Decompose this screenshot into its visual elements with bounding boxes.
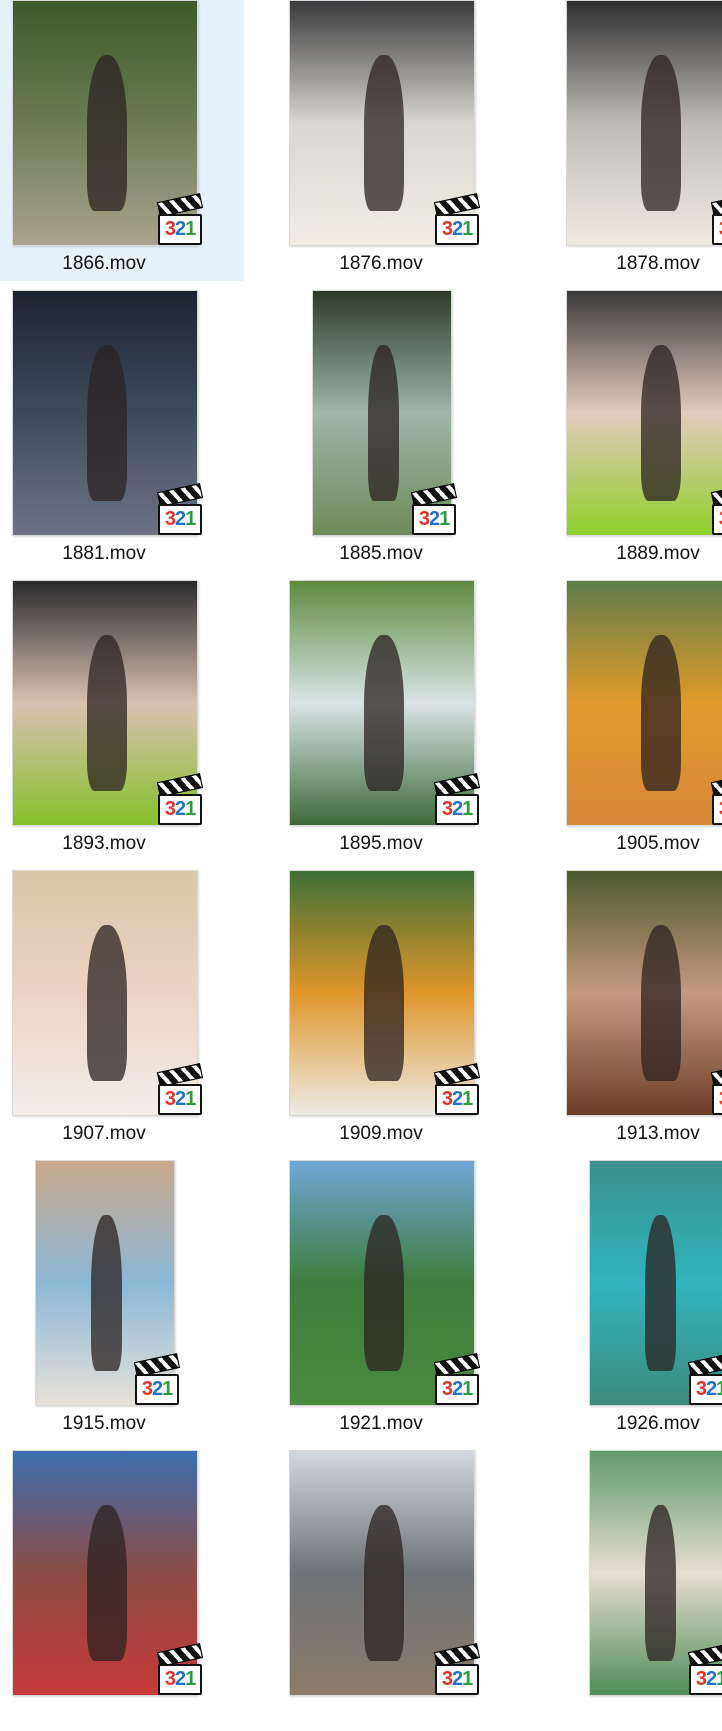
file-name[interactable]: 1893.mov xyxy=(12,833,196,855)
media-player-icon: 321 xyxy=(156,193,204,246)
file-item[interactable]: 321 1921.mov xyxy=(277,1160,521,1441)
video-thumbnail[interactable] xyxy=(566,0,722,246)
thumbnail-subject xyxy=(640,54,682,211)
media-player-icon: 321 xyxy=(156,1063,204,1116)
media-player-icon: 321 xyxy=(433,1353,481,1406)
file-item[interactable]: 321 1895.mov xyxy=(277,580,521,861)
thumbnail-subject xyxy=(363,924,405,1081)
video-thumbnail[interactable] xyxy=(566,870,722,1116)
file-name[interactable]: 1909.mov xyxy=(289,1123,473,1145)
file-item[interactable]: 321 1905.mov xyxy=(554,580,722,861)
media-player-icon: 321 xyxy=(156,1643,204,1696)
thumbnail-subject xyxy=(86,634,128,791)
media-player-icon: 321 xyxy=(410,483,458,536)
thumbnail-subject xyxy=(363,634,405,791)
file-name[interactable]: 1913.mov xyxy=(566,1123,722,1145)
file-item[interactable]: 321 1885.mov xyxy=(277,290,521,571)
thumbnail-subject xyxy=(640,634,682,791)
media-player-icon: 321 xyxy=(433,1063,481,1116)
file-item[interactable]: 321 xyxy=(277,1450,521,1731)
media-player-icon: 321 xyxy=(133,1353,181,1406)
file-item[interactable]: 321 1893.mov xyxy=(0,580,244,861)
file-item[interactable]: 321 1907.mov xyxy=(0,870,244,1151)
file-name[interactable]: 1907.mov xyxy=(12,1123,196,1145)
media-player-icon: 321 xyxy=(710,193,722,246)
file-item[interactable]: 321 xyxy=(0,1450,244,1731)
thumbnail-subject xyxy=(645,1214,676,1371)
media-player-icon: 321 xyxy=(687,1643,722,1696)
media-player-icon: 321 xyxy=(156,483,204,536)
file-name[interactable]: 1905.mov xyxy=(566,833,722,855)
file-item[interactable]: 321 1878.mov xyxy=(554,0,722,281)
media-player-icon: 321 xyxy=(433,773,481,826)
file-item[interactable]: 321 1876.mov xyxy=(277,0,521,281)
thumbnail-subject xyxy=(363,54,405,211)
file-item[interactable]: 321 1909.mov xyxy=(277,870,521,1151)
file-name[interactable]: 1915.mov xyxy=(35,1413,173,1435)
file-name[interactable]: 1878.mov xyxy=(566,253,722,275)
file-item[interactable]: 321 1913.mov xyxy=(554,870,722,1151)
file-name[interactable]: 1866.mov xyxy=(12,253,196,275)
thumbnail-subject xyxy=(86,1504,128,1661)
media-player-icon: 321 xyxy=(433,193,481,246)
video-thumbnail[interactable] xyxy=(566,580,722,826)
file-name[interactable]: 1895.mov xyxy=(289,833,473,855)
media-player-icon: 321 xyxy=(687,1353,722,1406)
thumbnail-subject xyxy=(640,924,682,1081)
thumbnail-subject xyxy=(640,344,682,501)
thumbnail-subject xyxy=(86,924,128,1081)
thumbnail-subject xyxy=(368,344,399,501)
file-item[interactable]: 321 1915.mov xyxy=(0,1160,244,1441)
file-name[interactable]: 1926.mov xyxy=(589,1413,722,1435)
file-name[interactable]: 1889.mov xyxy=(566,543,722,565)
media-player-icon: 321 xyxy=(710,1063,722,1116)
file-name[interactable]: 1921.mov xyxy=(289,1413,473,1435)
thumbnail-subject xyxy=(86,344,128,501)
thumbnail-subject xyxy=(363,1214,405,1371)
file-name[interactable]: 1876.mov xyxy=(289,253,473,275)
thumbnail-subject xyxy=(363,1504,405,1661)
media-player-icon: 321 xyxy=(433,1643,481,1696)
file-item[interactable]: 321 1866.mov xyxy=(0,0,244,281)
media-player-icon: 321 xyxy=(710,773,722,826)
file-item[interactable]: 321 xyxy=(554,1450,722,1731)
file-item[interactable]: 321 1881.mov xyxy=(0,290,244,571)
video-thumbnail[interactable] xyxy=(566,290,722,536)
thumbnail-subject xyxy=(86,54,128,211)
media-player-icon: 321 xyxy=(710,483,722,536)
file-name[interactable]: 1885.mov xyxy=(312,543,450,565)
thumbnail-subject xyxy=(645,1504,676,1661)
file-item[interactable]: 321 1926.mov xyxy=(554,1160,722,1441)
media-player-icon: 321 xyxy=(156,773,204,826)
thumbnail-subject xyxy=(91,1214,122,1371)
file-item[interactable]: 321 1889.mov xyxy=(554,290,722,571)
file-name[interactable]: 1881.mov xyxy=(12,543,196,565)
